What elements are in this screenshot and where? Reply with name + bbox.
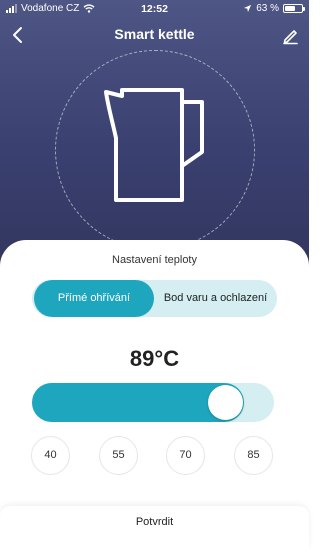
mode-boil-and-cool[interactable]: Bod varu a ochlazení bbox=[154, 280, 277, 317]
battery-percent: 63 % bbox=[256, 3, 279, 14]
mode-direct-heating[interactable]: Přímé ohřívání bbox=[34, 280, 154, 317]
temperature-value: 89°C bbox=[129, 346, 180, 371]
back-button[interactable] bbox=[6, 22, 32, 48]
edit-button[interactable] bbox=[277, 22, 303, 48]
chevron-left-icon bbox=[13, 27, 22, 43]
preset-button-70[interactable]: 70 bbox=[166, 436, 205, 475]
confirm-button[interactable]: Potvrdit bbox=[0, 516, 309, 528]
location-arrow-icon bbox=[244, 4, 252, 13]
confirm-bar: Potvrdit bbox=[0, 506, 309, 550]
status-right: 63 % bbox=[243, 3, 305, 14]
status-bar: Vodafone CZ 12:52 63 % bbox=[0, 0, 309, 18]
nav-bar: Smart kettle bbox=[0, 20, 309, 50]
mode-toggle: Přímé ohřívání Bod varu a ochlazení bbox=[32, 280, 277, 317]
page-title: Smart kettle bbox=[114, 26, 195, 42]
temperature-settings-sheet: Nastavení teploty Přímé ohřívání Bod var… bbox=[0, 240, 309, 550]
preset-temperatures: 40 55 70 85 bbox=[0, 436, 309, 476]
pencil-icon bbox=[283, 30, 298, 45]
preset-button-40[interactable]: 40 bbox=[31, 436, 70, 475]
battery-icon bbox=[283, 4, 305, 13]
kettle-icon bbox=[104, 88, 204, 202]
temperature-slider[interactable] bbox=[32, 383, 274, 422]
settings-title: Nastavení teploty bbox=[112, 254, 197, 266]
preset-button-85[interactable]: 85 bbox=[234, 436, 273, 475]
kettle-hero: Vodafone CZ 12:52 63 % Smart kettle bbox=[0, 0, 309, 270]
preset-button-55[interactable]: 55 bbox=[99, 436, 138, 475]
